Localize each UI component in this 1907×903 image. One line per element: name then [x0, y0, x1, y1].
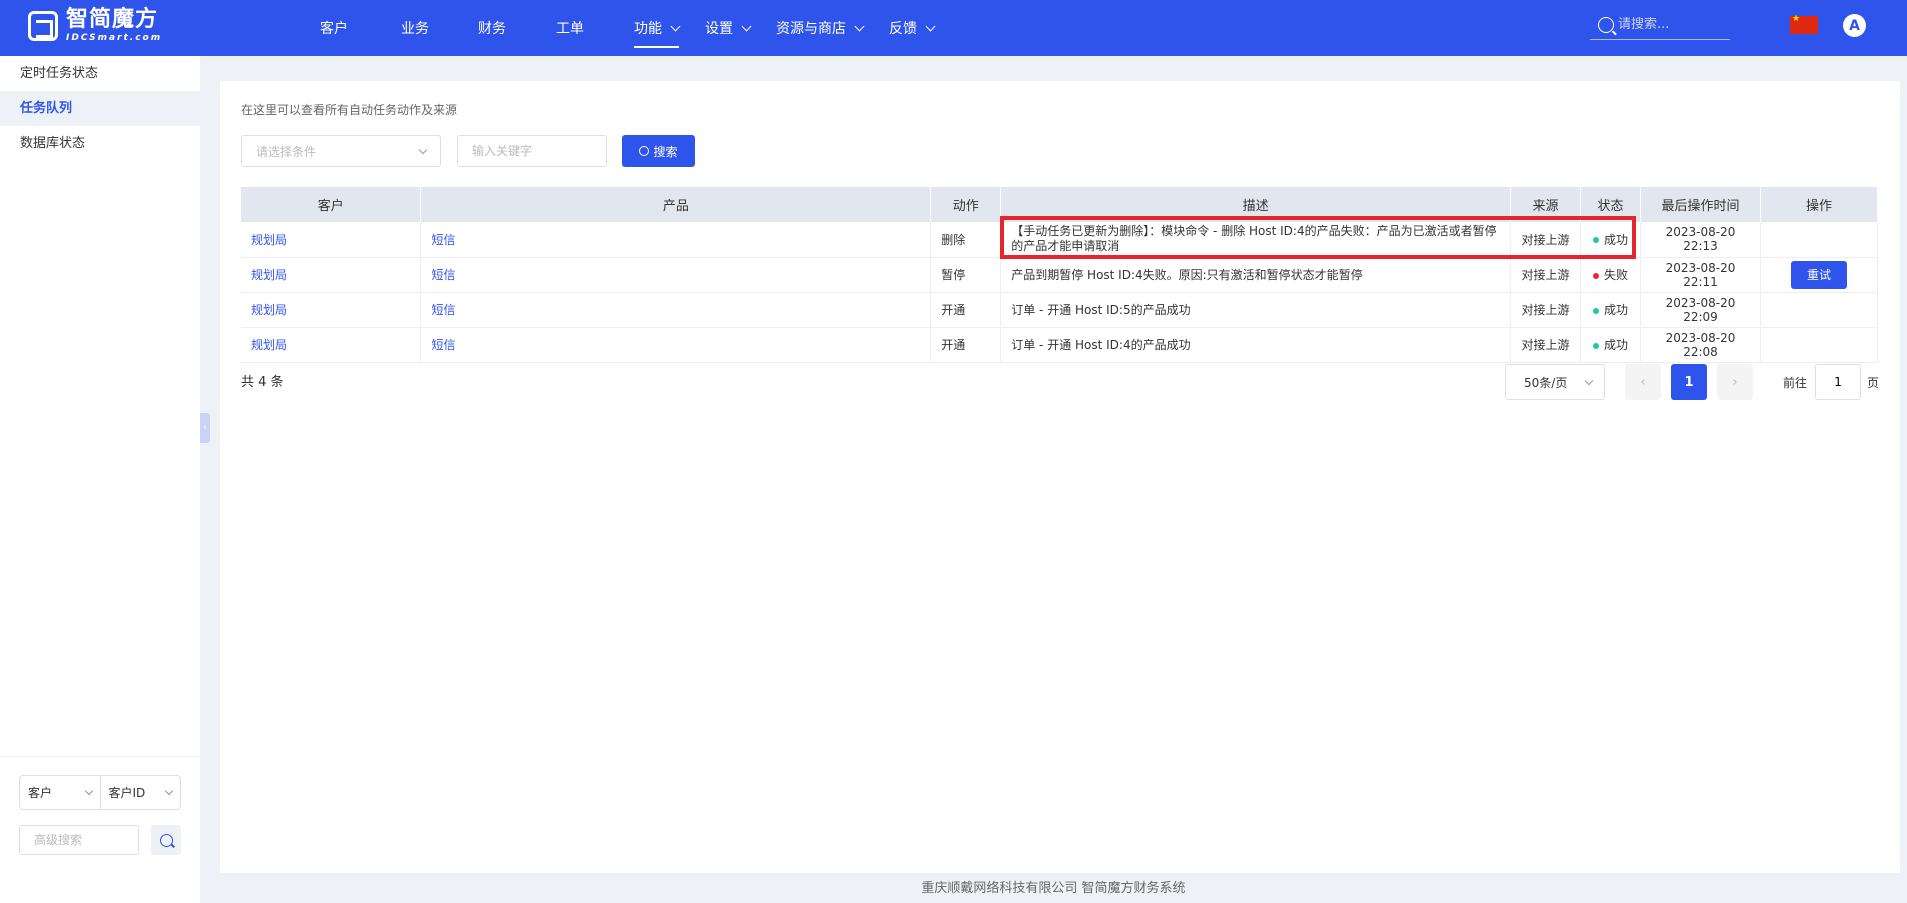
search-icon	[159, 833, 173, 847]
nav-item-clients[interactable]: 客户	[320, 0, 348, 56]
nav-item-settings[interactable]: 设置	[705, 0, 752, 56]
client-link[interactable]: 规划局	[251, 303, 287, 317]
chevron-down-icon	[670, 21, 681, 31]
page-number[interactable]: 1	[1671, 364, 1707, 400]
search-field-select[interactable]: 客户ID	[99, 776, 181, 809]
nav-item-resources-store[interactable]: 资源与商店	[776, 0, 865, 56]
sidebar-quick-search: 客户 客户ID	[0, 756, 200, 855]
chevron-down-icon	[925, 21, 936, 31]
nav-item-features[interactable]: 功能	[634, 0, 681, 56]
action-cell: 删除	[930, 222, 1002, 258]
sidebar-item-cron-status[interactable]: 定时任务状态	[0, 56, 200, 91]
chevron-down-icon	[84, 786, 93, 796]
page-size-select[interactable]: 50条/页	[1505, 364, 1605, 400]
column-header: 操作	[1760, 187, 1879, 222]
operation-cell	[1760, 222, 1879, 258]
source-cell: 对接上游	[1510, 327, 1582, 363]
operation-cell	[1760, 327, 1879, 363]
product-link[interactable]: 短信	[431, 303, 455, 317]
operation-cell	[1760, 292, 1879, 328]
sidebar-item-task-queue[interactable]: 任务队列	[0, 91, 200, 126]
nav-item-feedback[interactable]: 反馈	[889, 0, 936, 56]
operation-cell: 重试	[1760, 257, 1879, 293]
chevron-down-icon	[164, 786, 174, 796]
source-cell: 对接上游	[1510, 292, 1582, 328]
description-cell: 订单 - 开通 Host ID:5的产品成功	[1000, 292, 1512, 328]
highlight-annotation	[1000, 216, 1636, 259]
total-count: 共 4 条	[241, 375, 284, 390]
status-badge: 失败	[1580, 257, 1642, 293]
global-search	[1590, 10, 1730, 40]
prev-page-button[interactable]: ‹	[1625, 364, 1661, 400]
column-header: 最后操作时间	[1640, 187, 1761, 222]
action-cell: 开通	[930, 292, 1002, 328]
retry-button[interactable]: 重试	[1790, 260, 1847, 289]
time-cell: 2023-08-20 22:13	[1640, 222, 1761, 258]
table-row: 规划局 短信 开通 订单 - 开通 Host ID:5的产品成功 对接上游 成功…	[241, 292, 1879, 328]
goto-page: 前往 页	[1783, 364, 1879, 400]
footer: 重庆顺戴网络科技有限公司 智简魔方财务系统	[921, 881, 1186, 896]
chevron-down-icon	[418, 145, 428, 154]
next-page-button[interactable]: ›	[1717, 364, 1753, 400]
source-cell: 对接上游	[1510, 257, 1582, 293]
brand-logo[interactable]: 智简魔方 IDCSmart.com	[28, 9, 162, 43]
action-cell: 暂停	[930, 257, 1002, 293]
column-header: 客户	[241, 187, 422, 222]
client-link[interactable]: 规划局	[251, 338, 287, 352]
goto-page-input[interactable]	[1815, 364, 1862, 400]
task-table: 客户 产品 动作 描述 来源 状态 最后操作时间 操作 规划局 短信 删除 【手…	[241, 187, 1879, 363]
description-cell: 产品到期暂停 Host ID:4失败。原因:只有激活和暂停状态才能暂停	[1000, 257, 1512, 293]
status-badge: 成功	[1580, 327, 1642, 363]
sidebar: 定时任务状态 任务队列 数据库状态 客户 客户ID	[0, 56, 200, 903]
main-nav: 客户 业务 财务 工单 功能 设置 资源与商店 反馈	[300, 0, 936, 56]
client-link[interactable]: 规划局	[251, 233, 287, 247]
search-icon	[639, 146, 650, 156]
page-hint: 在这里可以查看所有自动任务动作及来源	[241, 103, 458, 117]
pagination: 50条/页 ‹ 1 › 前往 页	[1505, 364, 1879, 400]
quick-search-selects: 客户 客户ID	[19, 775, 181, 810]
client-link[interactable]: 规划局	[251, 268, 287, 282]
description-cell: 订单 - 开通 Host ID:4的产品成功	[1000, 327, 1512, 363]
brand-name: 智简魔方	[66, 7, 159, 32]
task-queue-panel: 在这里可以查看所有自动任务动作及来源 请选择条件 搜索 客户 产品 动作 描述 …	[220, 81, 1900, 873]
language-flag-icon[interactable]	[1790, 14, 1818, 34]
status-dot-icon	[1593, 307, 1600, 314]
time-cell: 2023-08-20 22:11	[1640, 257, 1761, 293]
global-search-input[interactable]	[1618, 17, 1718, 32]
column-header: 动作	[930, 187, 1002, 222]
sidebar-item-database-status[interactable]: 数据库状态	[0, 126, 200, 161]
product-link[interactable]: 短信	[431, 338, 455, 352]
status-dot-icon	[1593, 342, 1600, 349]
condition-select[interactable]: 请选择条件	[241, 135, 441, 167]
logo-icon	[28, 11, 58, 41]
nav-item-tickets[interactable]: 工单	[556, 0, 584, 56]
chevron-down-icon	[854, 21, 865, 31]
brand-domain: IDCSmart.com	[66, 33, 163, 43]
product-link[interactable]: 短信	[431, 233, 455, 247]
time-cell: 2023-08-20 22:09	[1640, 292, 1761, 328]
status-dot-icon	[1593, 272, 1600, 279]
table-row: 规划局 短信 暂停 产品到期暂停 Host ID:4失败。原因:只有激活和暂停状…	[241, 257, 1879, 293]
time-cell: 2023-08-20 22:08	[1640, 327, 1761, 363]
action-cell: 开通	[930, 327, 1002, 363]
filter-bar: 请选择条件 搜索	[241, 135, 695, 167]
top-header: 智简魔方 IDCSmart.com 客户 业务 财务 工单 功能 设置 资源与商…	[0, 0, 1907, 56]
search-button[interactable]: 搜索	[622, 135, 695, 167]
search-icon[interactable]	[1598, 16, 1614, 33]
search-type-select[interactable]: 客户	[20, 776, 100, 809]
chevron-down-icon	[1584, 376, 1594, 385]
keyword-input[interactable]	[457, 135, 607, 167]
table-row: 规划局 短信 开通 订单 - 开通 Host ID:4的产品成功 对接上游 成功…	[241, 327, 1879, 363]
nav-item-business[interactable]: 业务	[401, 0, 429, 56]
sidebar-collapse-handle[interactable]: ‹	[200, 413, 210, 443]
avatar[interactable]: A	[1843, 14, 1866, 37]
nav-item-finance[interactable]: 财务	[478, 0, 506, 56]
advanced-search-button[interactable]	[151, 825, 181, 855]
status-badge: 成功	[1580, 292, 1642, 328]
column-header: 产品	[420, 187, 932, 222]
advanced-search-input[interactable]	[19, 825, 139, 855]
product-link[interactable]: 短信	[431, 268, 455, 282]
chevron-down-icon	[741, 21, 752, 31]
